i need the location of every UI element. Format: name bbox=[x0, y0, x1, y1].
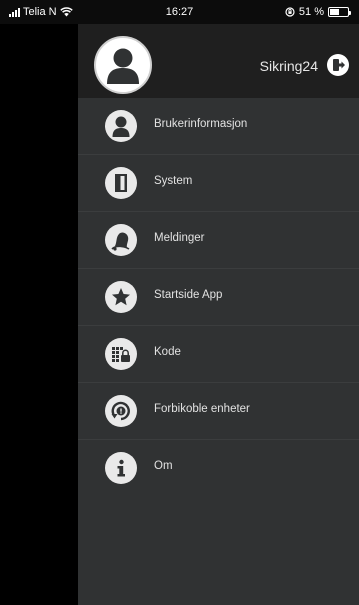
menu-item-label: Meldinger bbox=[154, 232, 205, 244]
menu-item-label: Forbikoble enheter bbox=[154, 403, 250, 415]
menu-item-brukerinformasjon[interactable]: Brukerinformasjon bbox=[78, 98, 359, 155]
phone-screen: Telia N 16:27 51 % Sikring24 Brukerinfor… bbox=[0, 0, 359, 605]
menu-item-kode[interactable]: Kode bbox=[78, 326, 359, 383]
user-icon bbox=[105, 110, 137, 142]
status-bar: Telia N 16:27 51 % bbox=[0, 0, 359, 24]
menu-item-meldinger[interactable]: Meldinger bbox=[78, 212, 359, 269]
brand-name: Sikring24 bbox=[259, 58, 318, 74]
underlying-screen[interactable] bbox=[8, 24, 78, 605]
menu-item-om[interactable]: Om bbox=[78, 440, 359, 497]
status-right: 51 % bbox=[285, 6, 351, 18]
menu-item-label: Startside App bbox=[154, 289, 223, 301]
battery-fill bbox=[330, 9, 339, 15]
battery-percent: 51 % bbox=[298, 6, 324, 18]
menu-item-label: Om bbox=[154, 460, 173, 472]
user-avatar-icon[interactable] bbox=[94, 36, 152, 94]
menu-item-forbikoble-enheter[interactable]: Forbikoble enheter bbox=[78, 383, 359, 440]
drawer-header: Sikring24 bbox=[78, 24, 359, 98]
info-icon bbox=[105, 452, 137, 484]
door-icon bbox=[105, 167, 137, 199]
menu-item-system[interactable]: System bbox=[78, 155, 359, 212]
battery-icon bbox=[328, 7, 351, 17]
menu-item-label: Brukerinformasjon bbox=[154, 118, 248, 130]
bell-icon bbox=[105, 224, 137, 256]
menu-item-label: System bbox=[154, 175, 193, 187]
keypad-lock-icon bbox=[105, 338, 137, 370]
drawer-menu: Brukerinformasjon System Meldinger Start… bbox=[78, 98, 359, 497]
bypass-icon bbox=[105, 395, 137, 427]
menu-item-label: Kode bbox=[154, 346, 181, 358]
orientation-lock-icon bbox=[285, 7, 295, 17]
logout-icon[interactable] bbox=[327, 54, 349, 76]
star-icon bbox=[105, 281, 137, 313]
side-drawer: Sikring24 Brukerinformasjon System Meldi… bbox=[78, 24, 359, 605]
menu-item-startside-app[interactable]: Startside App bbox=[78, 269, 359, 326]
